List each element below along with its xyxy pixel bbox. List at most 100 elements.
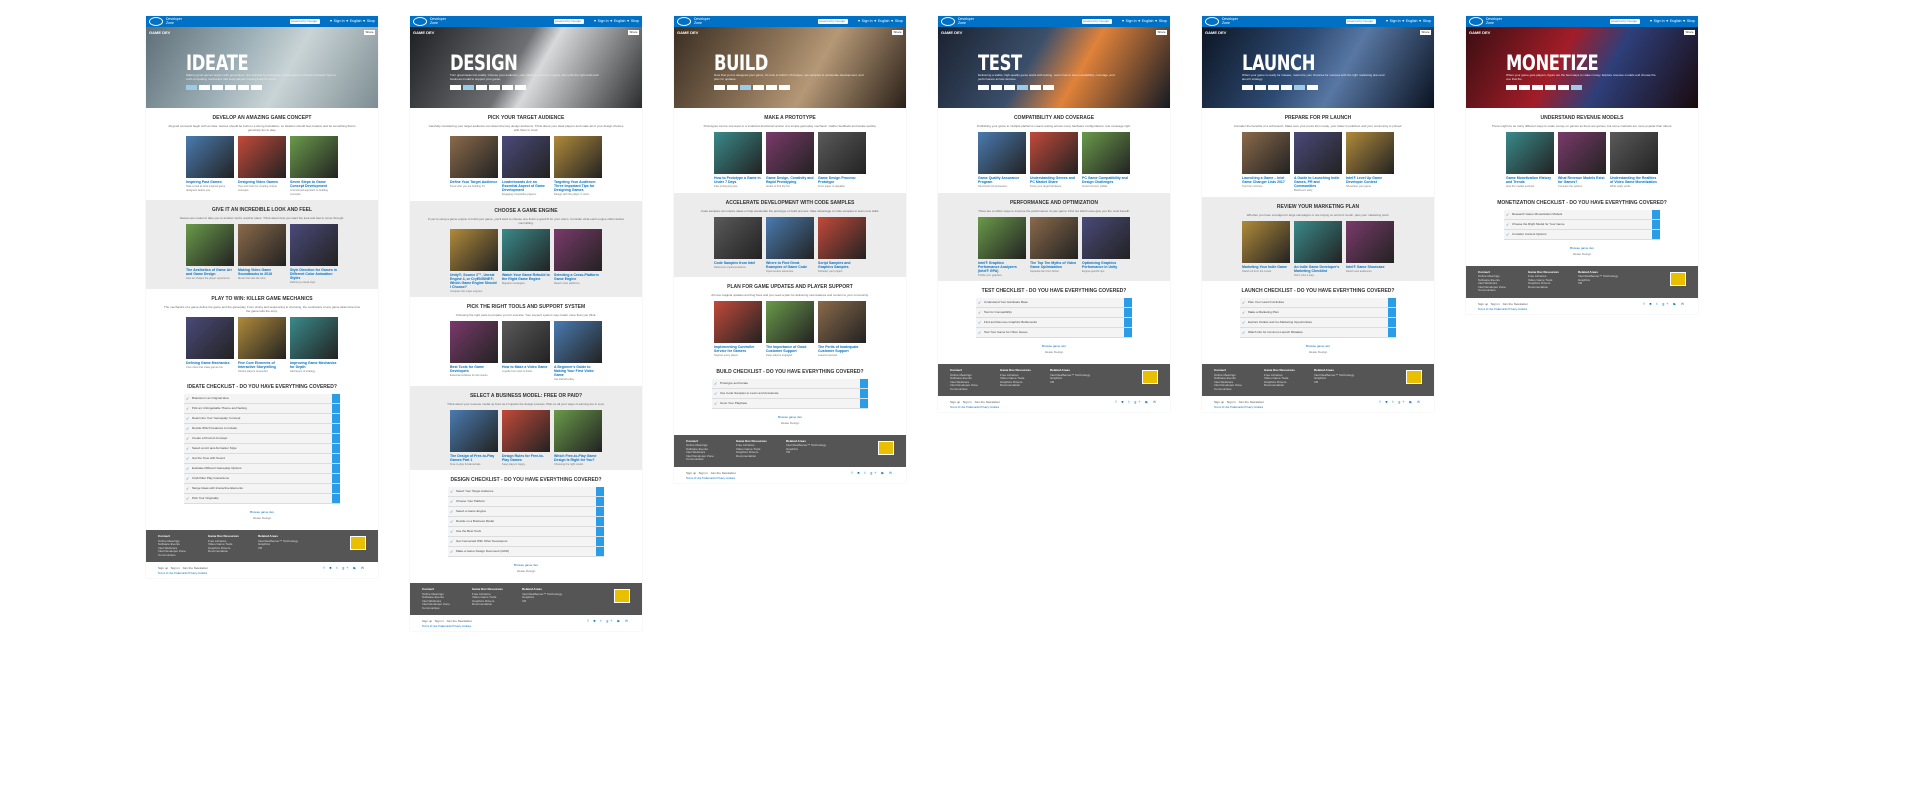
article-thumbnail[interactable]	[1346, 220, 1394, 263]
article-thumbnail[interactable]	[818, 132, 866, 174]
article-card[interactable]: The Top Ten Myths of Video Game Optimiza…	[1030, 216, 1078, 278]
checklist-item[interactable]: Find and Remove Graphics Bottlenecks	[976, 318, 1132, 328]
legal-links[interactable]: Terms of Use Trademarks Privacy Cookies	[158, 572, 207, 575]
article-card[interactable]: A Beginner's Guide to Making Your First …	[554, 321, 602, 382]
stage-tab-launch[interactable]	[1294, 85, 1305, 90]
signin-newsletter-links[interactable]: Sign up Sign in Join the Newsletter	[950, 400, 1000, 404]
expand-toggle-icon[interactable]	[332, 434, 340, 443]
expand-toggle-icon[interactable]	[860, 398, 868, 408]
game-dev-logo[interactable]: GAME DEV	[413, 30, 434, 35]
article-title-link[interactable]: Unity®, Source 2™, Unreal Engine 4, or C…	[450, 273, 498, 289]
expand-toggle-icon[interactable]	[1652, 229, 1660, 239]
article-title-link[interactable]: PC Game Compatibility and Design Challen…	[1082, 176, 1130, 184]
expand-toggle-icon[interactable]	[596, 547, 604, 556]
article-thumbnail[interactable]	[554, 409, 602, 452]
checklist-item[interactable]: Explore Outlets and Co-Marketing Opportu…	[1240, 318, 1396, 328]
article-card[interactable]: Which Free-to-Play Game Design Is Right …	[554, 409, 602, 467]
checklist-item[interactable]: Brainstorm an Original Idea	[184, 394, 340, 404]
expand-toggle-icon[interactable]	[332, 454, 340, 463]
footer-links[interactable]: Free Libraries Video Game Tools Graphics…	[472, 592, 522, 607]
browse-more-link[interactable]: Browse game dev	[1474, 246, 1690, 250]
stage-tab-build[interactable]	[212, 85, 223, 90]
game-dev-logo[interactable]: GAME DEV	[677, 30, 698, 35]
stage-tab-build[interactable]	[1532, 85, 1543, 90]
legal-links[interactable]: Terms of Use Trademarks Privacy Cookies	[950, 406, 999, 409]
checklist-item[interactable]: Make a Game Design Document (GDD)	[448, 547, 604, 557]
article-title-link[interactable]: Selecting a Cross-Platform Game Engine	[554, 273, 602, 281]
article-thumbnail[interactable]	[290, 136, 338, 178]
checklist-item[interactable]: Consider Content Options	[1504, 229, 1660, 240]
brand-name[interactable]: Developer Zone	[430, 17, 450, 25]
search-input[interactable]: powered by Google	[1610, 19, 1640, 24]
article-thumbnail[interactable]	[186, 224, 234, 266]
article-title-link[interactable]: Launching a Game – Intel Game Changer Li…	[1242, 176, 1290, 184]
expand-toggle-icon[interactable]	[332, 424, 340, 433]
stage-tab-monetize[interactable]	[779, 85, 790, 90]
article-thumbnail[interactable]	[1294, 220, 1342, 263]
expand-toggle-icon[interactable]	[596, 507, 604, 516]
article-title-link[interactable]: Intel® Level Up Game Developer Contest	[1346, 176, 1394, 184]
share-button[interactable]: Share	[364, 30, 375, 35]
article-card[interactable]: The Aesthetics of Game Art and Game Desi…	[186, 224, 234, 285]
article-thumbnail[interactable]	[1346, 132, 1394, 174]
article-title-link[interactable]: What Revenue Models Exist for Games?	[1558, 176, 1606, 184]
search-input[interactable]: powered by Google	[1082, 19, 1112, 24]
signin-newsletter-links[interactable]: Sign up Sign in Join the Newsletter	[1214, 400, 1264, 404]
article-card[interactable]: Game Quality Assurance Program Structured…	[978, 132, 1026, 189]
checklist-item[interactable]: Select a Game Engine	[448, 507, 604, 517]
article-title-link[interactable]: A Beginner's Guide to Making Your First …	[554, 365, 602, 377]
stage-tab-launch[interactable]	[238, 85, 249, 90]
account-nav-links[interactable]: ▼ Sign In ▼ English ▼ Shop	[329, 19, 375, 23]
legal-links[interactable]: Terms of Use Trademarks Privacy Cookies	[1214, 406, 1263, 409]
article-thumbnail[interactable]	[1294, 132, 1342, 174]
article-thumbnail[interactable]	[290, 316, 338, 359]
account-nav-links[interactable]: ▼ Sign In ▼ English ▼ Shop	[593, 19, 639, 23]
article-card[interactable]: PC Game Compatibility and Design Challen…	[1082, 132, 1130, 189]
stage-tab-ideate[interactable]	[1242, 85, 1253, 90]
article-thumbnail[interactable]	[818, 301, 866, 343]
article-card[interactable]: Intel® Game Showcase Reach new audiences.	[1346, 220, 1394, 278]
article-thumbnail[interactable]	[238, 224, 286, 266]
checklist-item[interactable]: Prototype and Iterate	[712, 378, 868, 389]
game-dev-logo[interactable]: GAME DEV	[1205, 30, 1226, 35]
stage-tab-design[interactable]	[463, 85, 474, 90]
intel-logo-icon[interactable]	[941, 17, 955, 26]
stage-tab-test[interactable]	[225, 85, 236, 90]
legal-links[interactable]: Terms of Use Trademarks Privacy Cookies	[1478, 308, 1527, 311]
stage-pager[interactable]: Ideate Design	[154, 516, 370, 520]
article-card[interactable]: Script Samples and Graphics Samples Kicks…	[818, 216, 866, 274]
stage-tab-test[interactable]	[1545, 85, 1556, 90]
account-nav-links[interactable]: ▼ Sign In ▼ English ▼ Shop	[1649, 19, 1695, 23]
checklist-item[interactable]: Determine Your 'Gameplay' Concept	[184, 414, 340, 424]
stage-tab-build[interactable]	[1004, 85, 1015, 90]
checklist-item[interactable]: Choose the Right Model for Your Game	[1504, 219, 1660, 230]
article-card[interactable]: Game Design Process: Prototype From paper…	[818, 132, 866, 189]
article-card[interactable]: Inspiring Past Games Take a look at what …	[186, 136, 234, 196]
signin-newsletter-links[interactable]: Sign up Sign in Join the Newsletter	[686, 471, 736, 475]
account-nav-links[interactable]: ▼ Sign In ▼ English ▼ Shop	[857, 19, 903, 23]
stage-tab-test[interactable]	[489, 85, 500, 90]
stage-tab-monetize[interactable]	[1307, 85, 1318, 90]
article-title-link[interactable]: Code Samples from Intel	[714, 261, 762, 265]
stage-pager[interactable]: Ideate Design	[418, 569, 634, 573]
article-title-link[interactable]: Script Samples and Graphics Samples	[818, 261, 866, 269]
article-title-link[interactable]: Watch Your Game Rebuild to the Right Gam…	[502, 273, 550, 281]
article-title-link[interactable]: The Perils of Inadequate Customer Suppor…	[818, 345, 866, 353]
expand-toggle-icon[interactable]	[332, 394, 340, 403]
article-thumbnail[interactable]	[502, 321, 550, 363]
footer-links[interactable]: Intel RealSense™ Technology Graphics VR	[1050, 373, 1100, 385]
checklist-item[interactable]: Evaluate Different Gameplay Options	[184, 464, 340, 474]
stage-tab-monetize[interactable]	[1043, 85, 1054, 90]
stage-tab-design[interactable]	[727, 85, 738, 90]
checklist-item[interactable]: Choose Your Platform	[448, 497, 604, 507]
article-thumbnail[interactable]	[186, 316, 234, 359]
article-title-link[interactable]: Optimizing Graphics Performance in Unity	[1082, 261, 1130, 269]
article-title-link[interactable]: Leaderboards Are an Essential Aspect of …	[502, 180, 550, 192]
stage-tab-ideate[interactable]	[1506, 85, 1517, 90]
intel-logo-icon[interactable]	[413, 17, 427, 26]
expand-toggle-icon[interactable]	[332, 464, 340, 473]
article-card[interactable]: Design Rules for Free-to-Play Games Keep …	[502, 409, 550, 467]
article-card[interactable]: What Revenue Models Exist for Games? Comp…	[1558, 132, 1606, 189]
expand-toggle-icon[interactable]	[1388, 298, 1396, 307]
search-input[interactable]: powered by Google	[290, 19, 320, 24]
